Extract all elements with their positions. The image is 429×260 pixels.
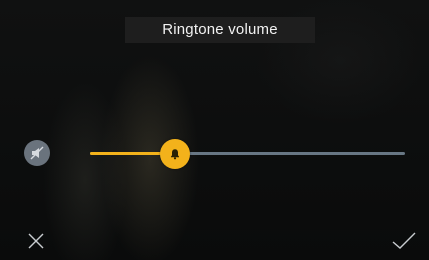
slider-thumb[interactable] <box>160 139 190 169</box>
close-icon <box>28 233 44 249</box>
mute-button[interactable] <box>24 140 50 166</box>
volume-slider[interactable] <box>90 139 405 169</box>
confirm-button[interactable] <box>392 229 416 253</box>
cancel-button[interactable] <box>24 229 48 253</box>
page-title: Ringtone volume <box>125 17 315 43</box>
ringtone-volume-screen: Ringtone volume <box>0 0 429 260</box>
checkmark-icon <box>392 232 416 249</box>
speaker-muted-icon <box>30 146 44 160</box>
bell-icon <box>171 149 179 160</box>
